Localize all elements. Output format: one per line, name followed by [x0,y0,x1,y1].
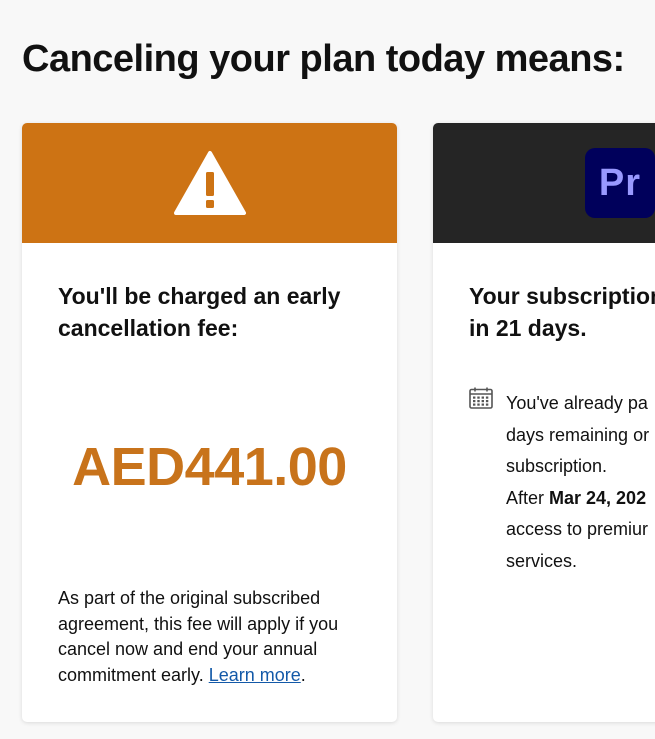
subscription-info-line: access to premiur [506,519,649,539]
subscription-info-line: subscription. [506,456,608,476]
fee-card-header [22,123,397,243]
learn-more-link[interactable]: Learn more [209,665,301,685]
page-title: Canceling your plan today means: [22,38,625,80]
subscription-info-line: services. [506,550,578,571]
calendar-icon [469,387,493,409]
subscription-date-prefix: After [506,487,550,508]
subscription-info-line: After Mar 24, 202 [506,483,655,515]
subscription-card-heading: Your subscription in 21 days. [469,280,655,344]
warning-icon [173,151,246,215]
subscription-info-line: You've already pa [506,393,648,413]
subscription-card: Pr Your subscription in 21 days. You've a… [433,123,655,722]
subscription-heading-line2: in 21 days. [469,315,587,341]
premiere-pro-icon: Pr [585,148,655,218]
cancellation-fee-card: You'll be charged an early cancellation … [22,123,397,722]
fee-amount: AED441.00 [72,437,347,497]
fee-card-heading: You'll be charged an early cancellation … [58,283,341,341]
fee-note: As part of the original subscribed agree… [58,586,378,688]
subscription-heading-line1: Your subscription [469,283,655,309]
subscription-info: You've already pa days remaining or subs… [506,388,655,577]
subscription-info-line: days remaining or [506,424,650,445]
subscription-end-date: Mar 24, 202 [549,487,647,508]
subscription-card-header: Pr [433,123,655,243]
fee-note-end: . [300,664,306,685]
cancel-plan-page: Canceling your plan today means: You'll … [0,0,655,739]
